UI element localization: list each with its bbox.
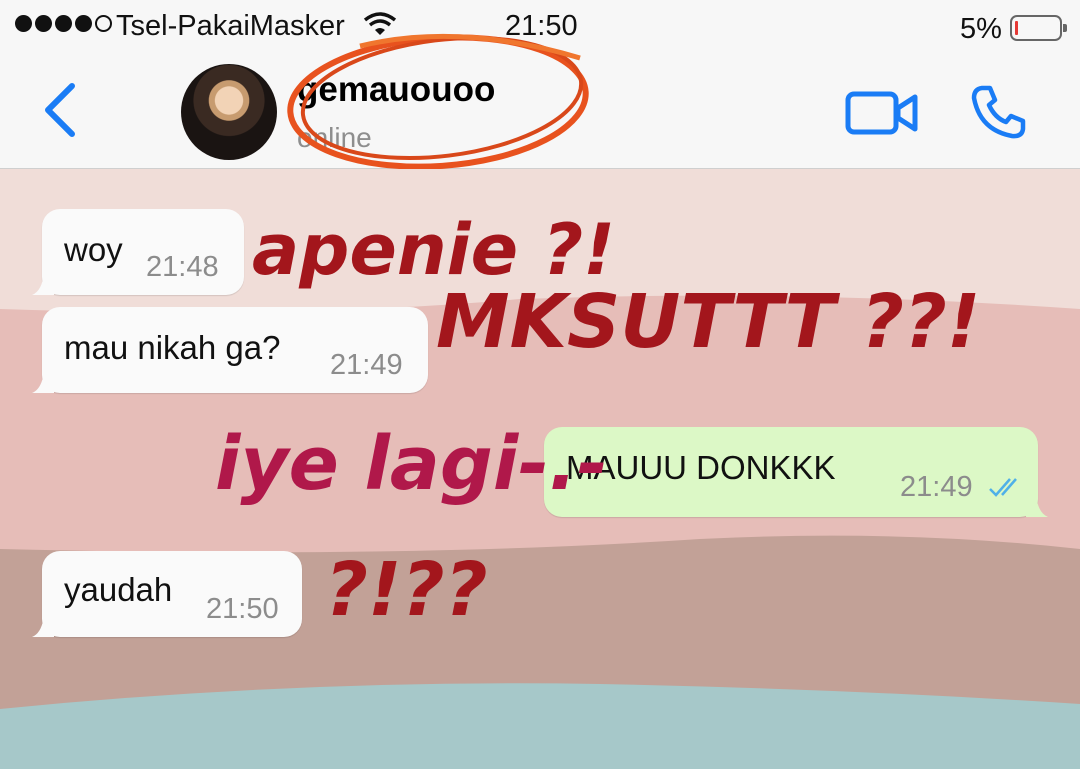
chevron-left-icon[interactable] (40, 80, 80, 140)
wifi-icon (363, 12, 397, 35)
message-time: 21:48 (146, 251, 219, 283)
message-text: yaudah (64, 571, 173, 608)
contact-avatar[interactable] (181, 64, 277, 160)
contact-status: online (297, 122, 372, 153)
battery-percentage: 5% (960, 13, 1002, 45)
handwritten-annotation: ?!?? (325, 547, 488, 633)
chat-header: gemauouoo online (0, 33, 1080, 170)
status-time: 21:50 (505, 10, 578, 42)
message-bubble-outgoing[interactable]: MAUUU DONKKK 21:49 (544, 427, 1048, 517)
status-bar: Tsel-PakaiMasker 21:50 5% (0, 0, 1080, 52)
battery-icon (1010, 15, 1067, 41)
message-time: 21:49 (900, 471, 973, 503)
video-camera-icon[interactable] (845, 88, 919, 138)
message-time: 21:50 (206, 593, 279, 625)
chat-area[interactable]: woy 21:48 mau nikah ga? 21:49 MAUUU DONK… (0, 169, 1080, 769)
message-bubble-incoming[interactable]: woy 21:48 (32, 209, 244, 295)
carrier-name: Tsel-PakaiMasker (116, 10, 345, 42)
message-bubble-incoming[interactable]: yaudah 21:50 (32, 551, 302, 637)
message-time: 21:49 (330, 349, 403, 381)
contact-name[interactable]: gemauouoo (297, 70, 495, 110)
message-text: mau nikah ga? (64, 329, 281, 366)
message-text: woy (64, 231, 123, 268)
handwritten-annotation: MKSUTTT ??! (436, 279, 981, 365)
phone-icon[interactable] (968, 82, 1028, 142)
double-check-icon (989, 478, 1017, 497)
signal-strength-icon (15, 15, 112, 32)
message-bubble-incoming[interactable]: mau nikah ga? 21:49 (32, 307, 428, 393)
handwritten-annotation: iye lagi-.- (215, 421, 608, 507)
